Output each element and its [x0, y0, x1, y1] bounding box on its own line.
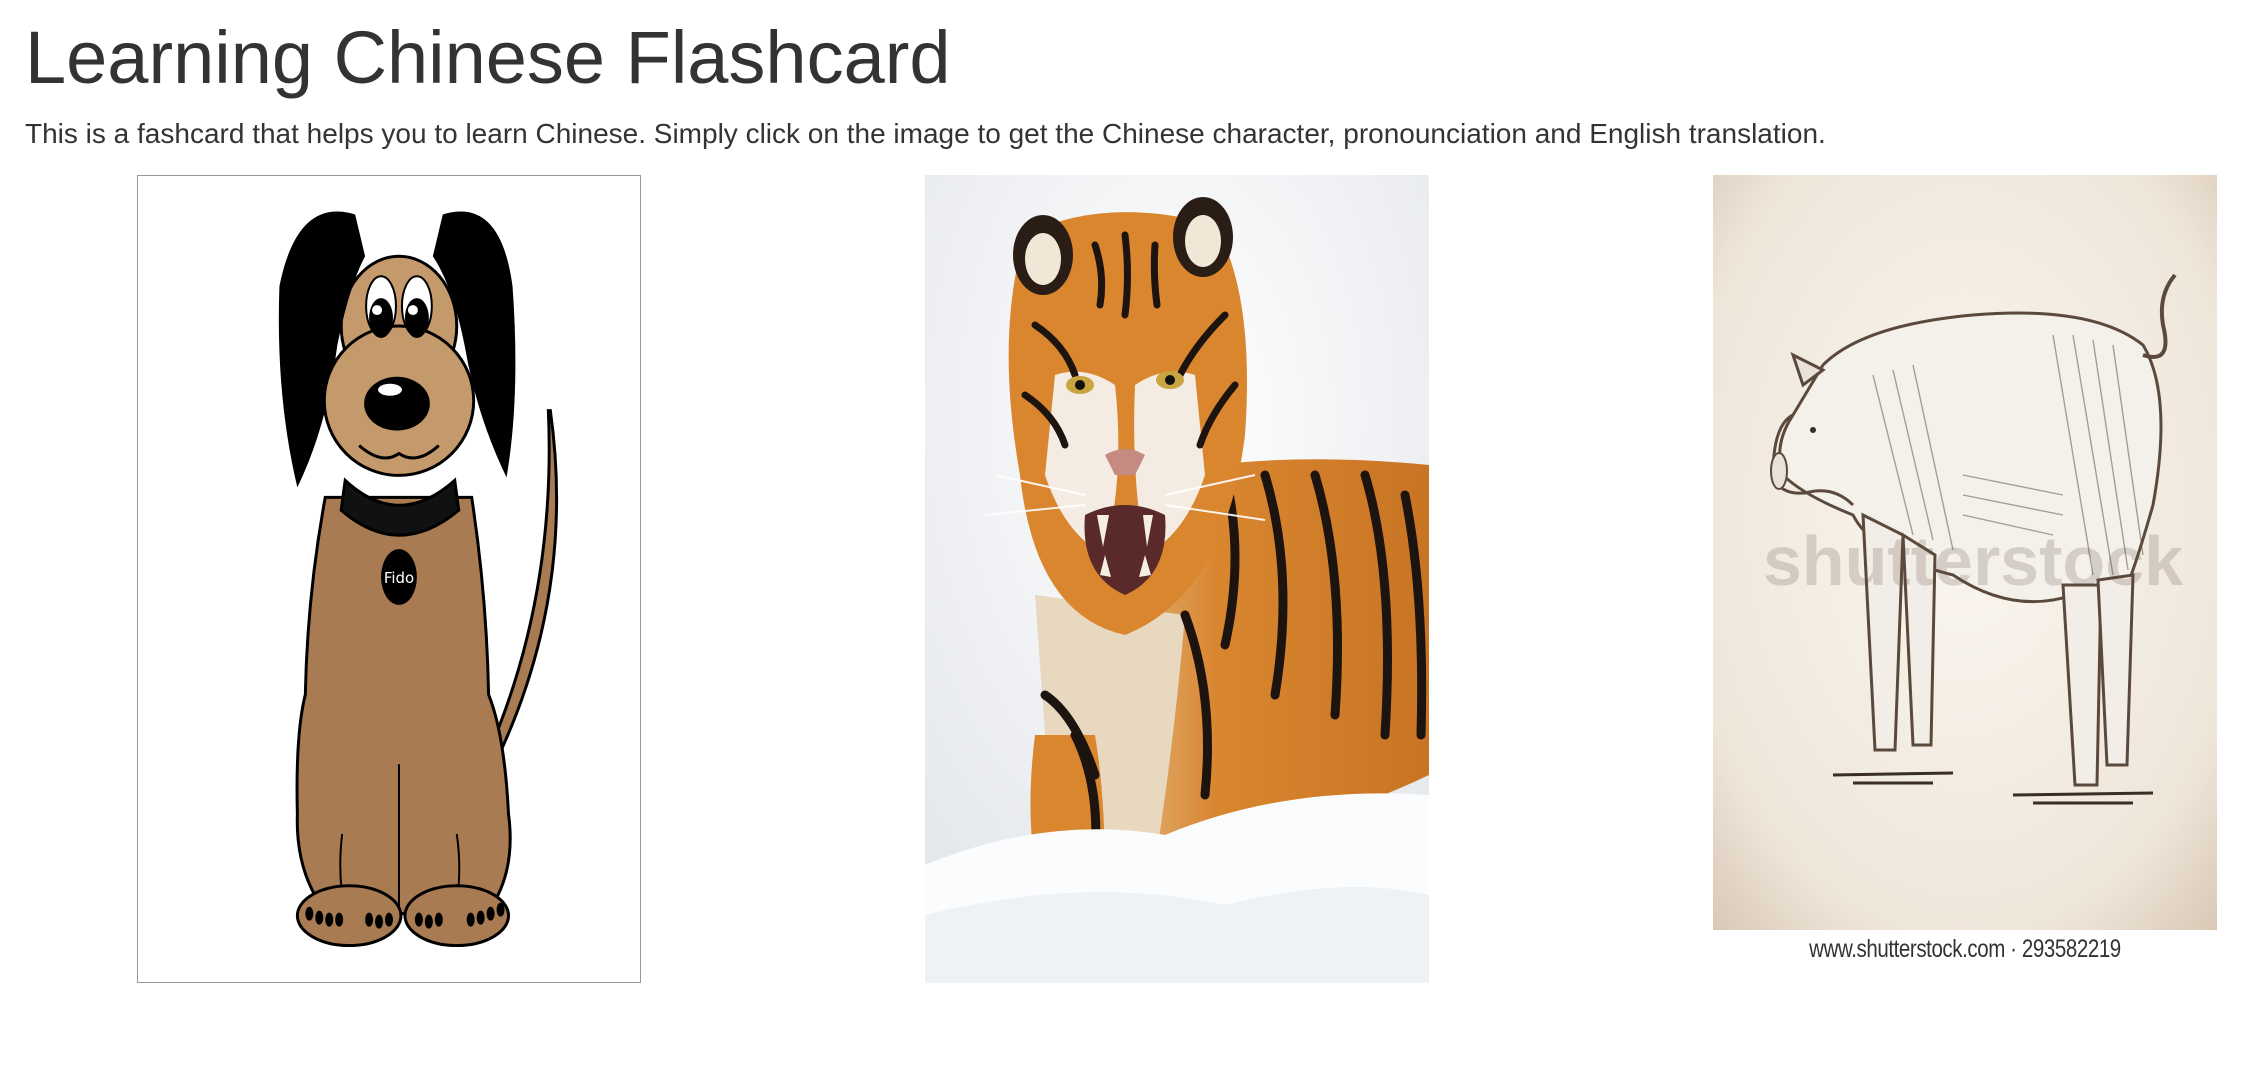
pig-engraving-image: shutterstock — [1713, 175, 2217, 983]
flashcard-dog[interactable]: Fido — [137, 175, 641, 983]
tiger-photo-image — [925, 175, 1429, 983]
page-title: Learning Chinese Flashcard — [25, 16, 951, 99]
watermark-text: shutterstock — [1763, 522, 2183, 600]
flashcard-pig[interactable]: shutterstock www.shutterstock.com · 2935… — [1713, 175, 2217, 983]
flashcard-tiger[interactable] — [925, 175, 1429, 983]
page-description: This is a fashcard that helps you to lea… — [25, 118, 1826, 149]
collar-tag-text: Fido — [384, 569, 414, 587]
pig-image-caption: www.shutterstock.com · 293582219 — [1809, 935, 2121, 963]
dog-cartoon-image: Fido — [278, 211, 559, 948]
